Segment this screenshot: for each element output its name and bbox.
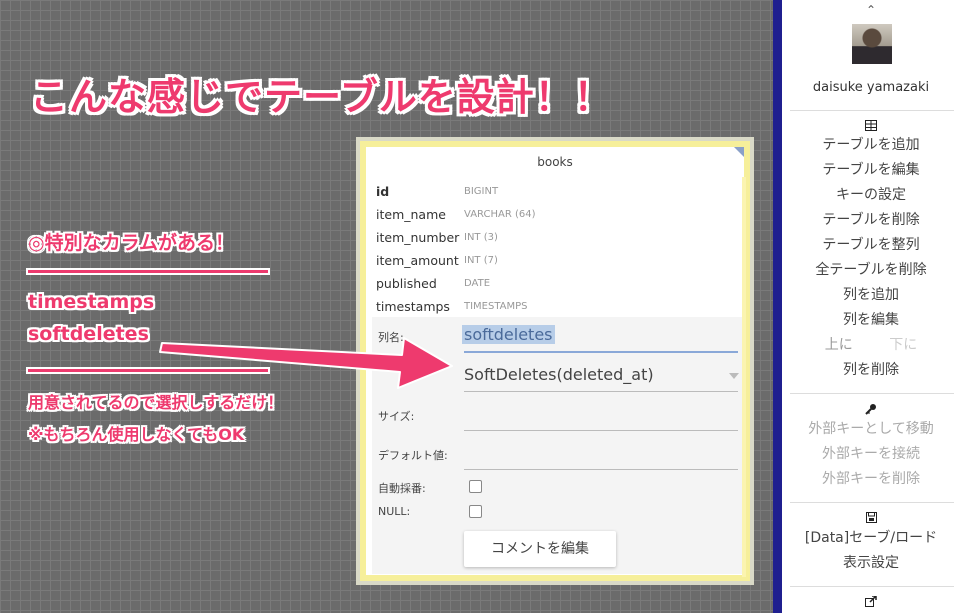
key-icon — [782, 403, 960, 418]
column-type: INT (3) — [464, 232, 498, 243]
default-label: デフォルト値: — [378, 449, 448, 462]
auto-increment-checkbox[interactable] — [469, 480, 482, 493]
annotation-note-title: ◎特別なカラムがある！ — [28, 232, 235, 254]
menu-move-as-foreign-key[interactable]: 外部キーとして移動 — [782, 417, 960, 442]
column-name: item_number — [376, 230, 460, 245]
chevron-down-icon[interactable] — [729, 373, 739, 379]
type-underline — [464, 391, 738, 392]
menu-delete-foreign-key[interactable]: 外部キーを削除 — [782, 467, 960, 492]
avatar — [852, 24, 892, 64]
annotation-rule — [28, 369, 268, 372]
annotation-note-line2: ※もちろん使用しなくてもOK — [28, 425, 245, 444]
separator — [790, 502, 954, 503]
save-icon — [782, 512, 960, 526]
column-name: item_name — [376, 207, 446, 222]
column-type: TIMESTAMPS — [464, 301, 528, 312]
size-input[interactable] — [464, 430, 738, 431]
column-type: DATE — [464, 278, 491, 289]
column-type: VARCHAR (64) — [464, 209, 536, 220]
column-name: id — [376, 184, 390, 199]
sidebar-divider[interactable] — [773, 0, 782, 613]
menu-edit-table[interactable]: テーブルを編集 — [782, 158, 960, 183]
username: daisuke yamazaki — [812, 80, 930, 95]
move-down-button[interactable]: 下に — [873, 333, 933, 358]
menu-move-column: 上に 下に — [782, 333, 960, 358]
table-icon — [782, 120, 960, 134]
menu-delete-table[interactable]: テーブルを削除 — [782, 208, 960, 233]
menu-delete-column[interactable]: 列を削除 — [782, 358, 960, 383]
menu-arrange-tables[interactable]: テーブルを整列 — [782, 233, 960, 258]
export-icon[interactable] — [782, 595, 960, 610]
default-input[interactable] — [464, 469, 738, 470]
menu-display-settings[interactable]: 表示設定 — [782, 551, 960, 576]
annotation-headline: こんな感じでテーブルを設計！！ — [30, 75, 613, 119]
move-up-button[interactable]: 上に — [809, 333, 869, 358]
separator — [790, 586, 954, 587]
column-name: published — [376, 276, 437, 291]
auto-increment-label: 自動採番: — [378, 482, 426, 495]
table-name: books — [537, 155, 573, 169]
null-checkbox[interactable] — [469, 505, 482, 518]
edit-comment-button[interactable]: コメントを編集 — [464, 531, 616, 567]
scrollbar[interactable] — [742, 177, 746, 577]
annotation-note-timestamps: timestamps — [28, 291, 155, 313]
table-body: books id BIGINT item_name VARCHAR (64) i… — [366, 147, 746, 577]
column-name: timestamps — [376, 299, 450, 314]
separator — [790, 393, 954, 394]
column-editor: 列名: softdeletes SoftDeletes(deleted_at) … — [372, 317, 742, 574]
null-label: NULL: — [378, 505, 411, 518]
column-name-underline — [464, 351, 738, 353]
menu-key-settings[interactable]: キーの設定 — [782, 183, 960, 208]
menu-connect-foreign-key[interactable]: 外部キーを接続 — [782, 442, 960, 467]
table-card-books[interactable]: books id BIGINT item_name VARCHAR (64) i… — [356, 137, 754, 585]
column-type-select[interactable]: SoftDeletes(deleted_at) — [464, 365, 654, 384]
column-name: item_amount — [376, 253, 459, 268]
separator — [790, 110, 954, 111]
column-type: INT (7) — [464, 255, 498, 266]
chevron-up-icon[interactable]: ⌃ — [782, 0, 960, 20]
column-name-input[interactable]: softdeletes — [462, 325, 555, 344]
size-label: サイズ: — [378, 410, 415, 423]
annotation-note-softdeletes: softdeletes — [28, 323, 149, 345]
design-canvas[interactable]: こんな感じでテーブルを設計！！ ◎特別なカラムがある！ timestamps s… — [0, 0, 773, 613]
menu-add-column[interactable]: 列を追加 — [782, 283, 960, 308]
annotation-rule — [28, 270, 268, 273]
annotation-note-line1: 用意されてるので選択しするだけ！ — [28, 393, 284, 412]
menu-delete-all-tables[interactable]: 全テーブルを削除 — [782, 258, 960, 283]
column-name-label: 列名: — [378, 331, 404, 344]
menu-edit-column[interactable]: 列を編集 — [782, 308, 960, 333]
column-type: BIGINT — [464, 186, 499, 197]
sidebar: ⌃ daisuke yamazaki テーブルを追加 テーブルを編集 キーの設定… — [782, 0, 960, 613]
menu-data-save-load[interactable]: [Data]セーブ/ロード — [782, 526, 960, 551]
menu-add-table[interactable]: テーブルを追加 — [782, 133, 960, 158]
